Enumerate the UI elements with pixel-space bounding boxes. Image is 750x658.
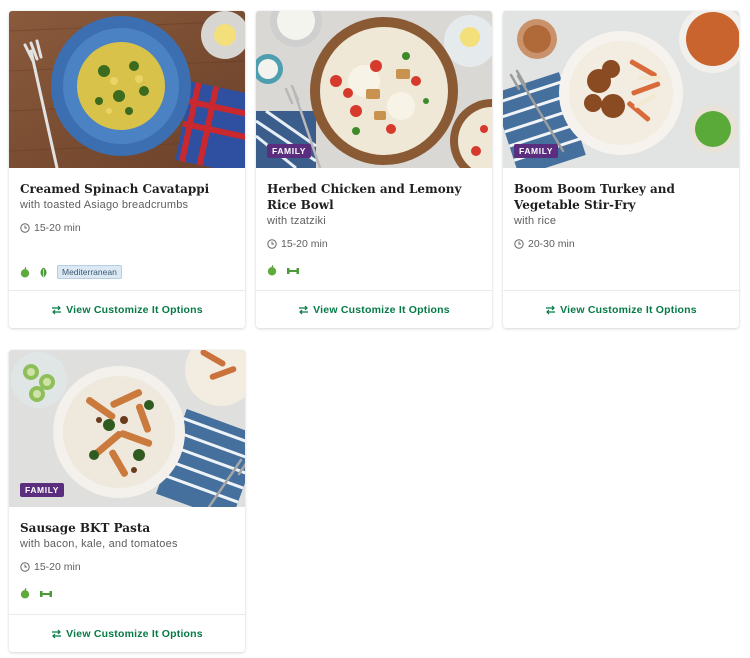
recipe-title[interactable]: Boom Boom Turkey and Vegetable Stir-Fry	[514, 181, 728, 213]
view-customize-options-button[interactable]: View Customize It Options	[256, 290, 492, 328]
recipe-subtitle: with bacon, kale, and tomatoes	[20, 538, 178, 550]
cook-time-text: 15-20 min	[281, 238, 328, 250]
family-badge: FAMILY	[514, 144, 558, 158]
recipe-card[interactable]: FAMILY Sausage BKT Pasta with bacon, kal…	[9, 350, 245, 652]
swap-arrows-icon	[52, 305, 62, 314]
dumbbell-icon	[39, 589, 53, 599]
view-customize-options-label: View Customize It Options	[66, 303, 203, 316]
apple-icon	[20, 266, 30, 278]
recipe-card[interactable]: FAMILY Boom Boom Turkey and Vegetable St…	[503, 11, 739, 328]
cook-time: 15-20 min	[267, 238, 481, 250]
recipe-subtitle: with rice	[514, 215, 557, 227]
clock-icon	[20, 223, 30, 233]
recipe-title[interactable]: Creamed Spinach Cavatappi	[20, 181, 234, 197]
view-customize-options-button[interactable]: View Customize It Options	[9, 614, 245, 652]
recipe-photo[interactable]	[9, 11, 245, 168]
view-customize-options-button[interactable]: View Customize It Options	[503, 290, 739, 328]
family-badge: FAMILY	[20, 483, 64, 497]
cuisine-tag: Mediterranean	[57, 265, 122, 279]
recipe-title[interactable]: Herbed Chicken and Lemony Rice Bowl	[267, 181, 481, 213]
cook-time-text: 15-20 min	[34, 222, 81, 234]
view-customize-options-label: View Customize It Options	[313, 303, 450, 316]
swap-arrows-icon	[52, 629, 62, 638]
recipe-card[interactable]: Creamed Spinach Cavatappi with toasted A…	[9, 11, 245, 328]
dumbbell-icon	[286, 266, 300, 276]
recipe-subtitle: with tzatziki	[267, 215, 326, 227]
clock-icon	[267, 239, 277, 249]
recipe-subtitle: with toasted Asiago breadcrumbs	[20, 199, 189, 211]
recipe-title[interactable]: Sausage BKT Pasta	[20, 520, 234, 536]
swap-arrows-icon	[299, 305, 309, 314]
cook-time: 15-20 min	[20, 561, 234, 573]
recipe-photo[interactable]: FAMILY	[256, 11, 492, 168]
cook-time: 15-20 min	[20, 222, 234, 234]
family-badge: FAMILY	[267, 144, 311, 158]
recipe-photo[interactable]: FAMILY	[9, 350, 245, 507]
apple-icon	[20, 588, 30, 599]
recipe-photo[interactable]: FAMILY	[503, 11, 739, 168]
swap-arrows-icon	[546, 305, 556, 314]
clock-icon	[20, 562, 30, 572]
recipe-tags	[267, 265, 309, 276]
apple-icon	[267, 265, 277, 276]
recipe-tags: Mediterranean	[20, 265, 122, 279]
view-customize-options-label: View Customize It Options	[560, 303, 697, 316]
cook-time-text: 20-30 min	[528, 238, 575, 250]
recipe-card[interactable]: FAMILY Herbed Chicken and Lemony Rice Bo…	[256, 11, 492, 328]
cook-time-text: 15-20 min	[34, 561, 81, 573]
recipe-tags	[20, 588, 62, 599]
view-customize-options-label: View Customize It Options	[66, 627, 203, 640]
leaf-icon	[39, 267, 48, 278]
cook-time: 20-30 min	[514, 238, 728, 250]
clock-icon	[514, 239, 524, 249]
view-customize-options-button[interactable]: View Customize It Options	[9, 290, 245, 328]
